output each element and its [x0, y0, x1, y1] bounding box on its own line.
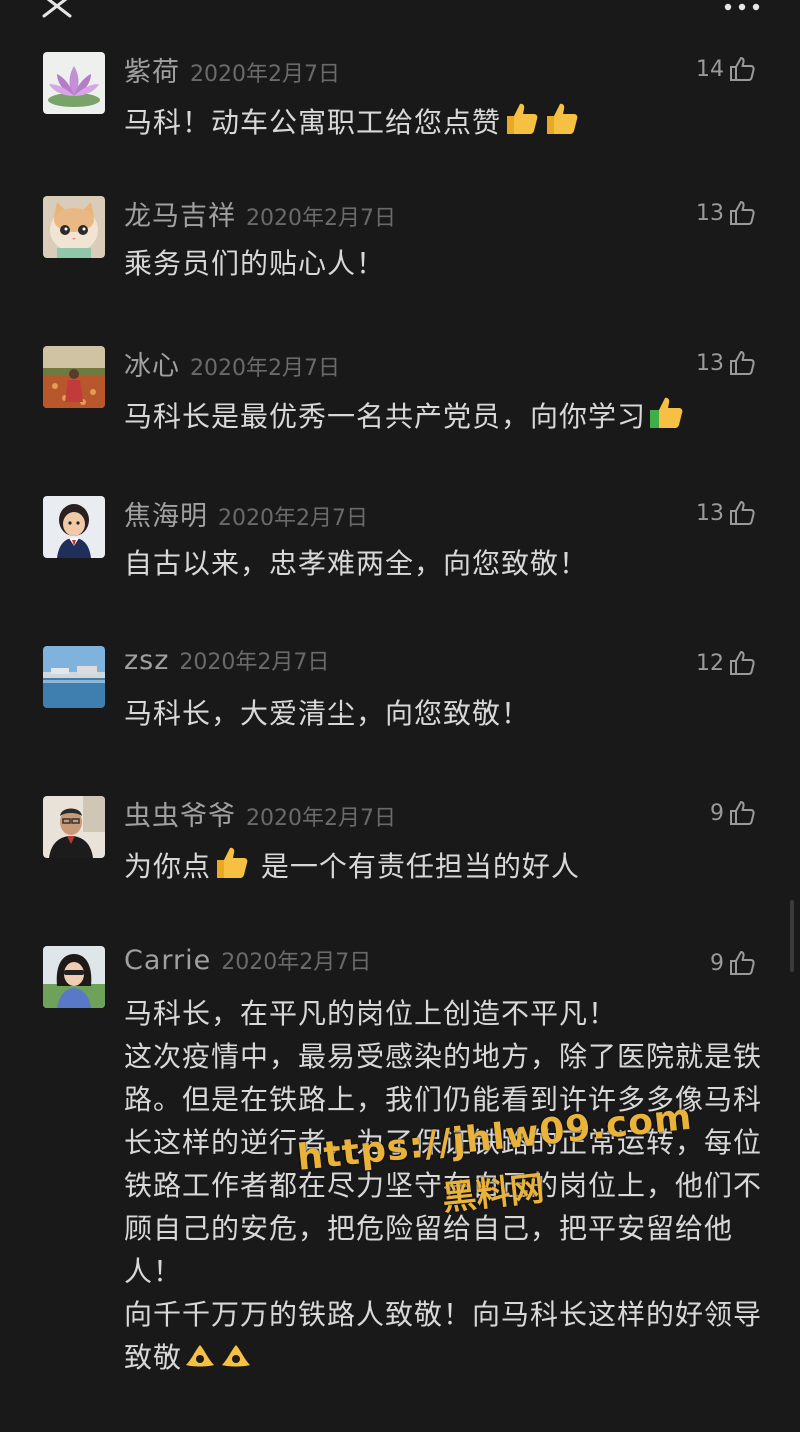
comment-text: 马科！动车公寓职工给您点赞 [124, 98, 764, 150]
like-button[interactable]: 13 [696, 496, 756, 530]
comment-date: 2020年2月7日 [190, 356, 340, 381]
avatar[interactable] [43, 796, 105, 858]
like-count: 13 [696, 350, 724, 376]
commenter-name[interactable]: Carrie 2020年2月7日 [124, 944, 371, 976]
like-count: 9 [710, 800, 724, 826]
child-avatar-image [43, 496, 105, 558]
scrollbar[interactable] [790, 900, 794, 972]
like-count: 13 [696, 500, 724, 526]
thumbs-up-emoji [501, 98, 541, 150]
thumbs-up-emoji [541, 98, 581, 150]
comment-date: 2020年2月7日 [179, 650, 330, 675]
like-count: 12 [696, 650, 724, 676]
like-button[interactable]: 9 [710, 796, 756, 830]
watermark-name: 黑料网 [440, 1168, 547, 1220]
like-button[interactable]: 14 [696, 52, 756, 86]
thumbs-up-outline-icon [730, 651, 755, 675]
comment-text: 自古以来，忠孝难两全，向您致敬！ [124, 547, 589, 580]
comment-date: 2020年2月7日 [190, 62, 340, 87]
avatar[interactable] [43, 646, 105, 708]
thumbs-up-outline-icon [730, 501, 755, 525]
commenter-name[interactable]: 龙马吉祥 2020年2月7日 [124, 194, 396, 233]
like-button[interactable]: 13 [696, 196, 756, 230]
comment-text: 马科长是最优秀一名共产党员，向你学习 [124, 392, 764, 444]
field-avatar-image [43, 346, 105, 408]
lake-avatar-image [43, 646, 105, 708]
like-count: 14 [696, 56, 724, 82]
like-count: 9 [710, 950, 724, 976]
lotus-avatar-image [43, 52, 105, 114]
thumbs-up-emoji [211, 842, 251, 894]
commenter-name[interactable]: 焦海明 2020年2月7日 [124, 494, 368, 533]
avatar[interactable] [43, 52, 105, 114]
commenter-name[interactable]: zsz 2020年2月7日 [124, 644, 329, 676]
avatar[interactable] [43, 946, 105, 1008]
thumbs-up-outline-icon [730, 801, 755, 825]
thumbs-up-outline-icon [730, 57, 755, 81]
comment-date: 2020年2月7日 [246, 806, 396, 831]
kitten-avatar-image [43, 196, 105, 258]
ok-hand-emoji [218, 1337, 254, 1385]
comment-text: 乘务员们的贴心人！ [124, 247, 386, 280]
woman-avatar-image [43, 946, 105, 1008]
avatar[interactable] [43, 496, 105, 558]
man-avatar-image [43, 796, 105, 858]
like-button[interactable]: 12 [696, 646, 756, 680]
thumbs-up-emoji [646, 392, 686, 444]
like-button[interactable]: 9 [710, 946, 756, 980]
thumbs-up-outline-icon [730, 951, 755, 975]
commenter-name[interactable]: 紫荷 2020年2月7日 [124, 50, 340, 89]
thumbs-up-outline-icon [730, 351, 755, 375]
comment-text: 马科长，大爱清尘，向您致敬！ [124, 697, 531, 730]
avatar[interactable] [43, 196, 105, 258]
like-button[interactable]: 13 [696, 346, 756, 380]
comment-date: 2020年2月7日 [246, 206, 396, 231]
thumbs-up-outline-icon [730, 201, 755, 225]
ok-hand-emoji [182, 1337, 218, 1385]
comment-date: 2020年2月7日 [221, 950, 372, 975]
comment-text: 为你点 是一个有责任担当的好人 [124, 842, 764, 894]
commenter-name[interactable]: 冰心 2020年2月7日 [124, 344, 340, 383]
comment-date: 2020年2月7日 [218, 506, 368, 531]
avatar[interactable] [43, 346, 105, 408]
like-count: 13 [696, 200, 724, 226]
commenter-name[interactable]: 虫虫爷爷 2020年2月7日 [124, 794, 396, 833]
